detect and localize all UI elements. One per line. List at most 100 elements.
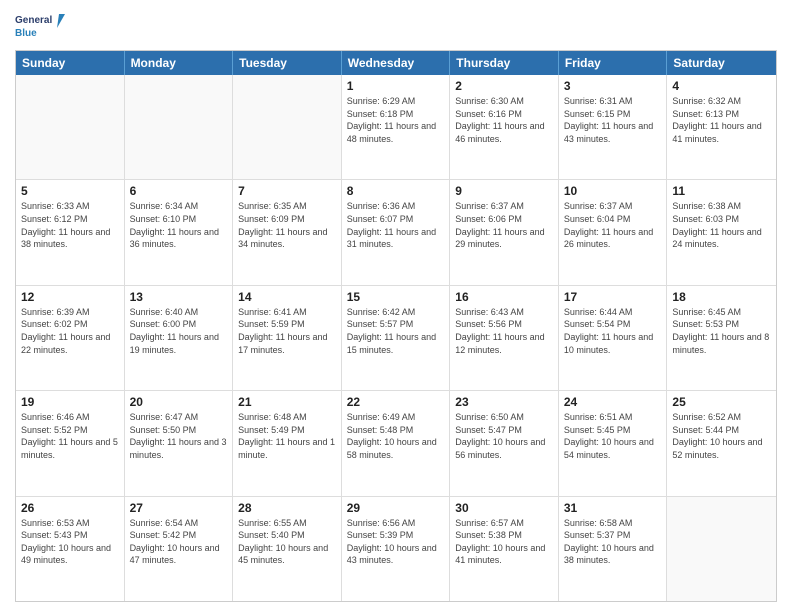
day-number: 23 <box>455 395 553 409</box>
day-info: Sunrise: 6:35 AM Sunset: 6:09 PM Dayligh… <box>238 200 336 250</box>
day-info: Sunrise: 6:31 AM Sunset: 6:15 PM Dayligh… <box>564 95 662 145</box>
day-info: Sunrise: 6:49 AM Sunset: 5:48 PM Dayligh… <box>347 411 445 461</box>
day-cell-7: 7 Sunrise: 6:35 AM Sunset: 6:09 PM Daylig… <box>233 180 342 284</box>
logo-svg: General Blue <box>15 10 65 42</box>
day-cell-21: 21 Sunrise: 6:48 AM Sunset: 5:49 PM Dayli… <box>233 391 342 495</box>
day-cell-26: 26Sunrise: 6:53 AM Sunset: 5:43 PM Dayli… <box>16 497 125 601</box>
day-header-thursday: Thursday <box>450 51 559 75</box>
day-cell-20: 20 Sunrise: 6:47 AM Sunset: 5:50 PM Dayli… <box>125 391 234 495</box>
day-number: 12 <box>21 290 119 304</box>
day-cell-10: 10 Sunrise: 6:37 AM Sunset: 6:04 PM Dayli… <box>559 180 668 284</box>
day-number: 24 <box>564 395 662 409</box>
calendar-body: 1 Sunrise: 6:29 AM Sunset: 6:18 PM Daylig… <box>16 75 776 601</box>
day-number: 30 <box>455 501 553 515</box>
day-cell-11: 11Sunrise: 6:38 AM Sunset: 6:03 PM Dayli… <box>667 180 776 284</box>
day-number: 20 <box>130 395 228 409</box>
day-cell-29: 29 Sunrise: 6:56 AM Sunset: 5:39 PM Dayli… <box>342 497 451 601</box>
day-cell-1: 1 Sunrise: 6:29 AM Sunset: 6:18 PM Daylig… <box>342 75 451 179</box>
day-cell-17: 17 Sunrise: 6:44 AM Sunset: 5:54 PM Dayli… <box>559 286 668 390</box>
day-cell-3: 3 Sunrise: 6:31 AM Sunset: 6:15 PM Daylig… <box>559 75 668 179</box>
day-info: Sunrise: 6:30 AM Sunset: 6:16 PM Dayligh… <box>455 95 553 145</box>
day-number: 16 <box>455 290 553 304</box>
day-number: 3 <box>564 79 662 93</box>
day-info: Sunrise: 6:29 AM Sunset: 6:18 PM Dayligh… <box>347 95 445 145</box>
week-row-4: 19 Sunrise: 6:46 AM Sunset: 5:52 PM Dayli… <box>16 391 776 496</box>
calendar: SundayMondayTuesdayWednesdayThursdayFrid… <box>15 50 777 602</box>
day-number: 14 <box>238 290 336 304</box>
day-info: Sunrise: 6:47 AM Sunset: 5:50 PM Dayligh… <box>130 411 228 461</box>
day-cell-15: 15 Sunrise: 6:42 AM Sunset: 5:57 PM Dayli… <box>342 286 451 390</box>
day-number: 22 <box>347 395 445 409</box>
week-row-3: 12 Sunrise: 6:39 AM Sunset: 6:02 PM Dayli… <box>16 286 776 391</box>
day-info: Sunrise: 6:56 AM Sunset: 5:39 PM Dayligh… <box>347 517 445 567</box>
day-info: Sunrise: 6:52 AM Sunset: 5:44 PM Dayligh… <box>672 411 771 461</box>
day-info: Sunrise: 6:46 AM Sunset: 5:52 PM Dayligh… <box>21 411 119 461</box>
day-info: Sunrise: 6:41 AM Sunset: 5:59 PM Dayligh… <box>238 306 336 356</box>
day-cell-13: 13Sunrise: 6:40 AM Sunset: 6:00 PM Dayli… <box>125 286 234 390</box>
day-cell-9: 9 Sunrise: 6:37 AM Sunset: 6:06 PM Daylig… <box>450 180 559 284</box>
day-number: 31 <box>564 501 662 515</box>
day-info: Sunrise: 6:36 AM Sunset: 6:07 PM Dayligh… <box>347 200 445 250</box>
day-number: 7 <box>238 184 336 198</box>
day-number: 25 <box>672 395 771 409</box>
day-header-tuesday: Tuesday <box>233 51 342 75</box>
day-cell-8: 8 Sunrise: 6:36 AM Sunset: 6:07 PM Daylig… <box>342 180 451 284</box>
header: General Blue <box>15 10 777 42</box>
empty-cell <box>667 497 776 601</box>
page: General Blue SundayMondayTuesdayWednesda… <box>0 0 792 612</box>
day-info: Sunrise: 6:43 AM Sunset: 5:56 PM Dayligh… <box>455 306 553 356</box>
day-info: Sunrise: 6:45 AM Sunset: 5:53 PM Dayligh… <box>672 306 771 356</box>
day-header-friday: Friday <box>559 51 668 75</box>
day-info: Sunrise: 6:55 AM Sunset: 5:40 PM Dayligh… <box>238 517 336 567</box>
day-number: 2 <box>455 79 553 93</box>
day-number: 1 <box>347 79 445 93</box>
day-header-wednesday: Wednesday <box>342 51 451 75</box>
day-number: 21 <box>238 395 336 409</box>
day-info: Sunrise: 6:44 AM Sunset: 5:54 PM Dayligh… <box>564 306 662 356</box>
week-row-1: 1 Sunrise: 6:29 AM Sunset: 6:18 PM Daylig… <box>16 75 776 180</box>
day-cell-19: 19 Sunrise: 6:46 AM Sunset: 5:52 PM Dayli… <box>16 391 125 495</box>
day-number: 5 <box>21 184 119 198</box>
day-number: 26 <box>21 501 119 515</box>
day-cell-18: 18Sunrise: 6:45 AM Sunset: 5:53 PM Dayli… <box>667 286 776 390</box>
day-info: Sunrise: 6:37 AM Sunset: 6:04 PM Dayligh… <box>564 200 662 250</box>
day-number: 8 <box>347 184 445 198</box>
day-number: 6 <box>130 184 228 198</box>
svg-text:Blue: Blue <box>15 28 37 39</box>
day-number: 17 <box>564 290 662 304</box>
day-cell-5: 5 Sunrise: 6:33 AM Sunset: 6:12 PM Daylig… <box>16 180 125 284</box>
day-number: 29 <box>347 501 445 515</box>
day-cell-24: 24 Sunrise: 6:51 AM Sunset: 5:45 PM Dayli… <box>559 391 668 495</box>
day-number: 10 <box>564 184 662 198</box>
day-cell-4: 4Sunrise: 6:32 AM Sunset: 6:13 PM Daylig… <box>667 75 776 179</box>
day-info: Sunrise: 6:48 AM Sunset: 5:49 PM Dayligh… <box>238 411 336 461</box>
day-info: Sunrise: 6:42 AM Sunset: 5:57 PM Dayligh… <box>347 306 445 356</box>
empty-cell <box>233 75 342 179</box>
day-cell-22: 22 Sunrise: 6:49 AM Sunset: 5:48 PM Dayli… <box>342 391 451 495</box>
day-info: Sunrise: 6:50 AM Sunset: 5:47 PM Dayligh… <box>455 411 553 461</box>
day-info: Sunrise: 6:54 AM Sunset: 5:42 PM Dayligh… <box>130 517 228 567</box>
day-header-monday: Monday <box>125 51 234 75</box>
day-info: Sunrise: 6:39 AM Sunset: 6:02 PM Dayligh… <box>21 306 119 356</box>
day-info: Sunrise: 6:51 AM Sunset: 5:45 PM Dayligh… <box>564 411 662 461</box>
day-cell-6: 6 Sunrise: 6:34 AM Sunset: 6:10 PM Daylig… <box>125 180 234 284</box>
day-cell-31: 31 Sunrise: 6:58 AM Sunset: 5:37 PM Dayli… <box>559 497 668 601</box>
day-cell-30: 30Sunrise: 6:57 AM Sunset: 5:38 PM Dayli… <box>450 497 559 601</box>
empty-cell <box>125 75 234 179</box>
day-cell-28: 28 Sunrise: 6:55 AM Sunset: 5:40 PM Dayli… <box>233 497 342 601</box>
day-number: 19 <box>21 395 119 409</box>
day-info: Sunrise: 6:37 AM Sunset: 6:06 PM Dayligh… <box>455 200 553 250</box>
week-row-2: 5 Sunrise: 6:33 AM Sunset: 6:12 PM Daylig… <box>16 180 776 285</box>
day-info: Sunrise: 6:34 AM Sunset: 6:10 PM Dayligh… <box>130 200 228 250</box>
day-info: Sunrise: 6:33 AM Sunset: 6:12 PM Dayligh… <box>21 200 119 250</box>
day-number: 9 <box>455 184 553 198</box>
day-info: Sunrise: 6:58 AM Sunset: 5:37 PM Dayligh… <box>564 517 662 567</box>
day-info: Sunrise: 6:32 AM Sunset: 6:13 PM Dayligh… <box>672 95 771 145</box>
day-number: 15 <box>347 290 445 304</box>
day-cell-14: 14 Sunrise: 6:41 AM Sunset: 5:59 PM Dayli… <box>233 286 342 390</box>
logo: General Blue <box>15 10 65 42</box>
day-number: 28 <box>238 501 336 515</box>
day-number: 13 <box>130 290 228 304</box>
day-cell-12: 12 Sunrise: 6:39 AM Sunset: 6:02 PM Dayli… <box>16 286 125 390</box>
day-cell-23: 23 Sunrise: 6:50 AM Sunset: 5:47 PM Dayli… <box>450 391 559 495</box>
